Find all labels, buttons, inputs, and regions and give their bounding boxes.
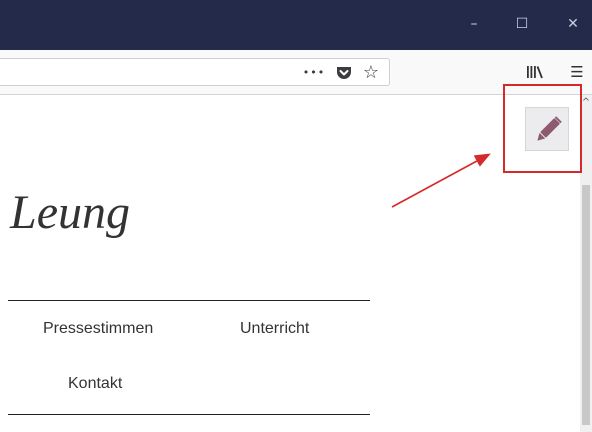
annotation-arrow: [391, 153, 491, 208]
